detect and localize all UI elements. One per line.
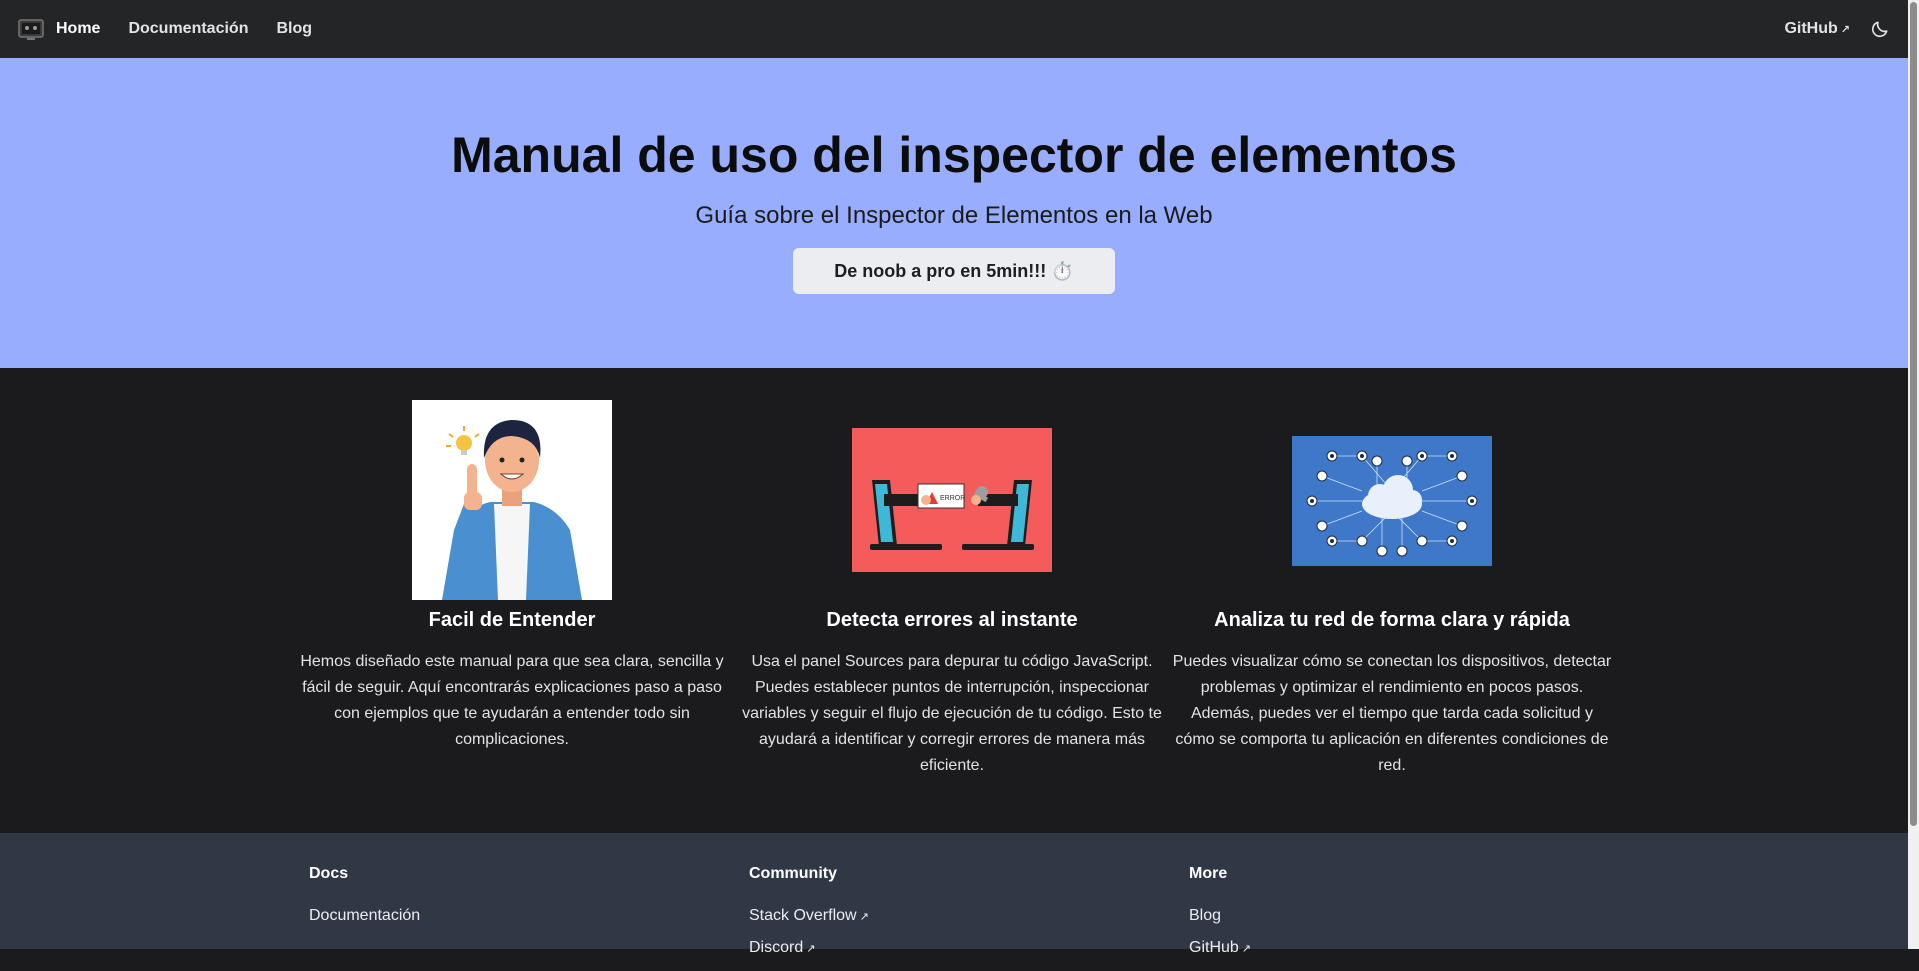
- footer-col-title: More: [1189, 865, 1228, 882]
- navbar: Home Documentación Blog GitHub ↗: [0, 0, 1908, 58]
- feature-text-network: Puedes visualizar cómo se conectan los d…: [1172, 653, 1612, 774]
- scrollbar-thumb[interactable]: [1910, 2, 1917, 826]
- feature-card-network: Analiza tu red de forma clara y rápida P…: [1172, 368, 1612, 833]
- footer-link-stack-overflow[interactable]: Stack Overflow ↗: [749, 907, 869, 925]
- footer-col-title: Docs: [309, 865, 349, 882]
- nav-blog-link[interactable]: Blog: [276, 20, 312, 38]
- footer-col-community: Community Stack Overflow ↗ Discord ↗: [749, 865, 869, 971]
- external-link-icon: ↗: [1241, 943, 1252, 955]
- moon-icon: [1871, 21, 1888, 38]
- person-idea-illustration: [412, 400, 612, 600]
- footer-link-documentacion[interactable]: Documentación: [309, 907, 420, 925]
- external-link-icon: ↗: [859, 911, 869, 923]
- external-link-icon: ↗: [1840, 24, 1850, 36]
- footer-col-title: Community: [749, 865, 837, 882]
- error-laptops-illustration: ERROR: [852, 428, 1052, 572]
- svg-text:ERROR: ERROR: [940, 495, 965, 502]
- nav-home-link[interactable]: Home: [56, 20, 100, 38]
- footer-link-label: Discord: [749, 939, 804, 956]
- site-logo[interactable]: [16, 14, 46, 44]
- features-section: Facil de Entender Hemos diseñado este ma…: [0, 368, 1908, 833]
- hero-title: Manual de uso del inspector de elementos: [451, 127, 1457, 183]
- nav-github-label: GitHub: [1784, 20, 1838, 37]
- external-link-icon: ↗: [806, 943, 816, 955]
- network-cloud-illustration: [1292, 436, 1492, 566]
- footer-col-docs: Docs Documentación: [309, 865, 420, 939]
- footer-link-label: GitHub: [1189, 939, 1239, 956]
- feature-card-errors: ERROR Detecta errores al instante Usa el…: [732, 368, 1172, 833]
- footer: Docs Documentación Community Stack Overf…: [0, 833, 1908, 956]
- tutorial-cta-button[interactable]: De noob a pro en 5min!!! ⏱️: [793, 248, 1115, 294]
- feature-text-easy: Hemos diseñado este manual para que sea …: [300, 653, 724, 748]
- nav-github-link[interactable]: GitHub ↗: [1784, 20, 1850, 38]
- footer-link-github[interactable]: GitHub ↗: [1189, 939, 1251, 957]
- nav-docs-link[interactable]: Documentación: [128, 20, 248, 38]
- feature-title-easy: Facil de Entender: [428, 609, 596, 631]
- hero-subtitle: Guía sobre el Inspector de Elementos en …: [695, 202, 1213, 229]
- feature-title-network: Analiza tu red de forma clara y rápida: [1214, 609, 1570, 631]
- hero-banner: Manual de uso del inspector de elementos…: [0, 58, 1908, 368]
- footer-link-label: Stack Overflow: [749, 907, 857, 924]
- footer-link-discord[interactable]: Discord ↗: [749, 939, 869, 957]
- theme-toggle-button[interactable]: [1868, 17, 1892, 41]
- footer-link-blog[interactable]: Blog: [1189, 907, 1251, 925]
- feature-card-easy: Facil de Entender Hemos diseñado este ma…: [292, 368, 732, 833]
- feature-text-errors: Usa el panel Sources para depurar tu cód…: [742, 653, 1162, 774]
- page-scrollbar[interactable]: [1908, 0, 1919, 949]
- feature-title-errors: Detecta errores al instante: [826, 609, 1078, 631]
- navbar-right: GitHub ↗: [1784, 17, 1892, 41]
- footer-col-more: More Blog GitHub ↗: [1189, 865, 1251, 971]
